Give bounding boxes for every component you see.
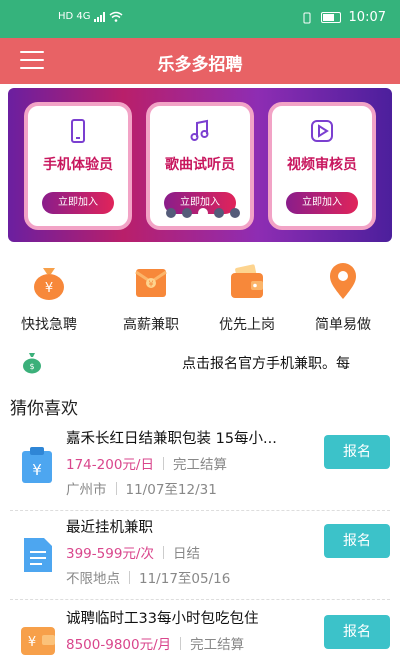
section-title: 猜你喜欢 (10, 399, 78, 419)
job-pay-row: 174-200元/日 完工结算 (66, 453, 227, 473)
quick-label: 简单易做 (315, 317, 371, 333)
job-title: 诚聘临时工33每小时包吃包住 (66, 611, 259, 627)
money-bag-icon: $ (23, 353, 41, 374)
divider (115, 482, 117, 495)
wifi-icon (109, 11, 122, 22)
vibrate-icon (303, 12, 311, 23)
pager-dot[interactable] (182, 208, 192, 218)
signal-indicators: HD 4G (58, 11, 123, 22)
banner-card-video-reviewer[interactable]: 视频审核员 立即加入 (268, 102, 376, 230)
join-button[interactable]: 立即加入 (286, 192, 358, 214)
pager-dot[interactable] (214, 208, 224, 218)
banner-card-title: 视频审核员 (287, 157, 357, 173)
music-note-icon (190, 119, 209, 141)
network-label: HD 4G (58, 11, 91, 22)
svg-text:¥: ¥ (45, 281, 53, 296)
job-settlement: 完工结算 (172, 457, 227, 473)
pager-dot[interactable] (166, 208, 176, 218)
job-dates: 11/07至12/31 (125, 482, 217, 498)
job-location: 广州市 (66, 482, 107, 498)
pager-dot[interactable] (230, 208, 240, 218)
quick-urgent[interactable]: ¥ 快找急聘 (4, 262, 94, 334)
signal-icon (93, 11, 105, 22)
notice-text: 点击报名官方手机兼职。每 (182, 356, 350, 372)
quick-label: 高薪兼职 (123, 317, 179, 333)
quick-label: 快找急聘 (21, 317, 77, 333)
job-pay: 8500-9800元/月 (66, 637, 172, 653)
quick-label: 优先上岗 (219, 317, 275, 333)
job-pay: 399-599元/次 (66, 546, 154, 562)
pager-dot-active[interactable] (198, 208, 208, 218)
wallet-icon (231, 264, 263, 298)
divider (10, 598, 390, 600)
clipboard-yuan-icon: ¥ (22, 447, 52, 483)
wallet-yuan-icon: ¥ (21, 627, 55, 655)
document-icon (24, 538, 52, 572)
quick-priority[interactable]: 优先上岗 (202, 262, 292, 334)
job-settlement: 日结 (172, 546, 200, 562)
battery-icon (320, 12, 341, 23)
job-pay-row: 8500-9800元/月 完工结算 (66, 633, 244, 653)
job-card[interactable]: ¥ 诚聘临时工33每小时包吃包住 8500-9800元/月 完工结算 报名 (0, 605, 400, 661)
banner-card-title: 手机体验员 (43, 157, 113, 173)
svg-text:¥: ¥ (28, 635, 36, 650)
job-pay-row: 399-599元/次 日结 (66, 542, 200, 562)
job-card[interactable]: 最近挂机兼职 399-599元/次 日结 不限地点 11/17至05/16 报名 (0, 514, 400, 600)
job-title: 最近挂机兼职 (66, 520, 153, 536)
job-card[interactable]: ¥ 嘉禾长红日结兼职包装 15每小... 174-200元/日 完工结算 广州市 1… (0, 425, 400, 511)
svg-text:¥: ¥ (32, 461, 42, 479)
job-dates: 11/17至05/16 (139, 571, 231, 587)
join-button[interactable]: 立即加入 (42, 192, 114, 214)
apply-button[interactable]: 报名 (324, 435, 390, 469)
divider (180, 637, 182, 650)
notice-bar[interactable]: $ 点击报名官方手机兼职。每 (0, 345, 400, 381)
job-location: 不限地点 (66, 571, 120, 587)
svg-text:$: $ (29, 362, 34, 371)
app-bar: 乐多多招聘 (0, 38, 400, 84)
status-bar: HD 4G 10:07 (0, 0, 400, 38)
apply-button[interactable]: 报名 (324, 524, 390, 558)
promo-banner[interactable]: 手机体验员 立即加入 歌曲试听员 立即加入 视频审核员 立即加入 (8, 88, 392, 242)
page-title: 乐多多招聘 (157, 55, 243, 75)
divider (129, 571, 130, 584)
status-time: 10:07 (348, 10, 386, 25)
banner-pager (166, 208, 240, 218)
money-bag-icon: ¥ (34, 268, 64, 300)
divider (162, 546, 164, 559)
banner-card-phone-tester[interactable]: 手机体验员 立即加入 (24, 102, 132, 230)
quick-high-pay[interactable]: ¥ 高薪兼职 (106, 262, 196, 334)
job-pay: 174-200元/日 (66, 457, 154, 473)
banner-card-title: 歌曲试听员 (165, 157, 235, 173)
location-pin-icon (330, 263, 356, 299)
divider (162, 457, 164, 470)
apply-button[interactable]: 报名 (324, 615, 390, 649)
quick-easy[interactable]: 简单易做 (298, 262, 388, 334)
phone-icon (71, 119, 85, 143)
job-location-row: 广州市 11/07至12/31 (66, 478, 217, 498)
quick-categories: ¥ 快找急聘 ¥ 高薪兼职 优先上岗 简单易做 (0, 262, 400, 340)
job-settlement: 完工结算 (190, 637, 245, 653)
red-envelope-icon: ¥ (135, 269, 167, 297)
job-title: 嘉禾长红日结兼职包装 15每小... (66, 431, 277, 447)
divider (10, 509, 390, 511)
job-location-row: 不限地点 11/17至05/16 (66, 567, 230, 587)
svg-text:¥: ¥ (148, 280, 153, 289)
play-icon (311, 120, 333, 142)
